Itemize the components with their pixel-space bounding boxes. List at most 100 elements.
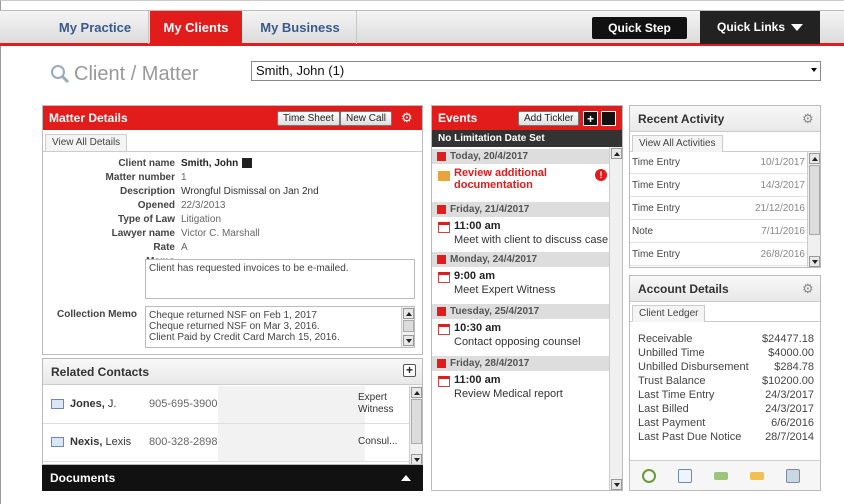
contact-row[interactable]: Jones, J. 905-695-3900 Expert Witness — [43, 386, 411, 424]
account-label: Unbilled Disbursement — [638, 361, 749, 373]
scroll-up-icon[interactable] — [611, 148, 622, 159]
events-list: Today, 20/4/2017 Review additional docum… — [432, 147, 610, 490]
tab-my-practice[interactable]: My Practice — [45, 11, 145, 44]
quick-step-button[interactable]: Quick Step — [592, 17, 687, 39]
contact-card-icon — [51, 437, 64, 447]
scroll-up-icon[interactable] — [411, 387, 422, 398]
event-task-link[interactable]: Review additional documentation — [454, 167, 547, 191]
account-label: Trust Balance — [638, 375, 706, 387]
client-ledger-tab[interactable]: Client Ledger — [632, 305, 706, 322]
activity-date: 21/12/2016 — [754, 203, 805, 214]
contact-name[interactable]: Nexis, Lexis — [70, 436, 131, 448]
task-icon — [438, 171, 450, 181]
matter-details-header: Matter Details Time Sheet New Call ⚙ — [43, 106, 422, 130]
memo-text: Client has requested invoices to be e-ma… — [149, 263, 349, 274]
scroll-thumb[interactable] — [809, 165, 820, 235]
matter-number-label: Matter number — [105, 172, 175, 183]
calendar-icon — [437, 255, 446, 264]
tab-divider — [148, 11, 149, 44]
collection-memo-line: Cheque returned NSF on Feb 1, 2017 — [149, 310, 317, 321]
contact-last-name: Jones, — [70, 398, 105, 410]
account-row: Last Past Due Notice 28/7/2014 — [638, 431, 814, 444]
gear-icon[interactable]: ⚙ — [802, 106, 814, 132]
activity-scrollbar[interactable] — [807, 152, 820, 267]
ledger-icon[interactable] — [786, 469, 800, 483]
quick-links-button[interactable]: Quick Links — [700, 11, 820, 44]
scroll-up-icon[interactable] — [403, 308, 414, 319]
tab-my-clients[interactable]: My Clients — [150, 11, 242, 44]
collection-memo-field[interactable]: Cheque returned NSF on Feb 1, 2017 Chequ… — [145, 306, 415, 348]
top-nav: My Practice My Clients My Business Quick… — [0, 10, 844, 46]
add-contact-icon[interactable]: + — [403, 364, 416, 377]
add-event-icon[interactable]: + — [583, 111, 598, 126]
alert-icon: ! — [595, 169, 607, 181]
event-date-header: Friday, 28/4/2017 — [432, 356, 610, 371]
activity-row[interactable]: Time Entry 21/12/2016 — [630, 198, 808, 220]
collection-memo-scrollbar[interactable] — [401, 307, 414, 347]
account-row: Last Billed 24/3/2017 — [638, 403, 814, 416]
event-date-header: Today, 20/4/2017 — [432, 149, 610, 164]
events-scrollbar[interactable] — [609, 147, 622, 490]
scroll-down-icon[interactable] — [809, 256, 820, 267]
contacts-scrollbar[interactable] — [409, 386, 422, 464]
activity-row[interactable]: Time Entry 10/1/2017 — [630, 152, 808, 174]
scroll-up-icon[interactable] — [809, 153, 820, 164]
activity-row[interactable]: Time Entry 26/8/2016 — [630, 244, 808, 266]
play-icon[interactable] — [242, 158, 252, 168]
collection-memo-line: Client Paid by Credit Card March 15, 201… — [149, 332, 340, 343]
view-all-activities-tab[interactable]: View All Activities — [632, 135, 723, 152]
scroll-thumb[interactable] — [403, 320, 414, 332]
account-details-header: Account Details ⚙ — [630, 276, 820, 302]
client-matter-select[interactable]: Smith, John (1) — [251, 61, 821, 81]
forward-arrow-icon[interactable] — [750, 472, 764, 480]
contact-name[interactable]: Jones, J. — [70, 398, 116, 410]
account-label: Receivable — [638, 333, 693, 345]
account-value: 24/3/2017 — [765, 389, 814, 401]
event-description[interactable]: Review Medical report — [454, 388, 563, 400]
account-row: Last Time Entry 24/3/2017 — [638, 389, 814, 402]
events-title: Events — [438, 111, 478, 125]
chevron-up-icon[interactable] — [401, 475, 411, 481]
gear-icon[interactable]: ⚙ — [802, 276, 814, 302]
search-icon[interactable] — [50, 64, 70, 84]
matter-details-title: Matter Details — [49, 111, 128, 125]
time-sheet-button[interactable]: Time Sheet — [277, 111, 340, 126]
activity-row[interactable]: Note 7/11/2016 — [630, 221, 808, 243]
account-row: Unbilled Disbursement $284.78 — [638, 361, 814, 374]
scroll-down-icon[interactable] — [611, 479, 622, 490]
client-matter-title: Client / Matter — [74, 63, 199, 85]
event-task-line: Review additional — [454, 167, 547, 179]
calendar-icon[interactable] — [601, 111, 616, 126]
add-tickler-button[interactable]: Add Tickler — [518, 111, 580, 126]
view-all-details-tab[interactable]: View All Details — [45, 134, 128, 151]
contact-spacer — [218, 386, 365, 423]
recent-activity-subtabs: View All Activities — [630, 132, 820, 152]
scroll-down-icon[interactable] — [411, 454, 422, 464]
contact-card-icon — [51, 399, 64, 409]
contact-row[interactable]: Nexis, Lexis 800-328-2898 Consul... — [43, 424, 411, 462]
clock-icon[interactable] — [642, 469, 656, 483]
contact-spacer — [218, 424, 365, 461]
account-label: Unbilled Time — [638, 347, 705, 359]
client-name-value[interactable]: Smith, John — [181, 158, 238, 169]
client-name-label: Client name — [118, 158, 175, 169]
tab-my-business[interactable]: My Business — [245, 11, 355, 44]
related-contacts-title: Related Contacts — [51, 365, 150, 379]
activity-row[interactable]: Time Entry 14/3/2017 — [630, 175, 808, 197]
documents-bar[interactable]: Documents — [42, 465, 423, 491]
back-arrow-icon[interactable] — [714, 472, 728, 480]
account-value: 6/6/2016 — [771, 417, 814, 429]
account-details-title: Account Details — [638, 282, 729, 296]
event-date-label: Friday, 28/4/2017 — [450, 358, 530, 369]
matter-details-panel: Matter Details Time Sheet New Call ⚙ Vie… — [42, 105, 423, 355]
new-call-button[interactable]: New Call — [340, 111, 393, 126]
gear-icon[interactable]: ⚙ — [401, 106, 413, 130]
event-description[interactable]: Meet Expert Witness — [454, 284, 555, 296]
memo-field[interactable]: Client has requested invoices to be e-ma… — [145, 259, 415, 299]
type-of-law-value: Litigation — [181, 214, 222, 225]
scroll-thumb[interactable] — [411, 399, 422, 444]
document-icon[interactable] — [678, 469, 692, 483]
event-description[interactable]: Meet with client to discuss case — [454, 234, 608, 246]
event-description[interactable]: Contact opposing counsel — [454, 336, 581, 348]
scroll-down-icon[interactable] — [403, 335, 414, 346]
